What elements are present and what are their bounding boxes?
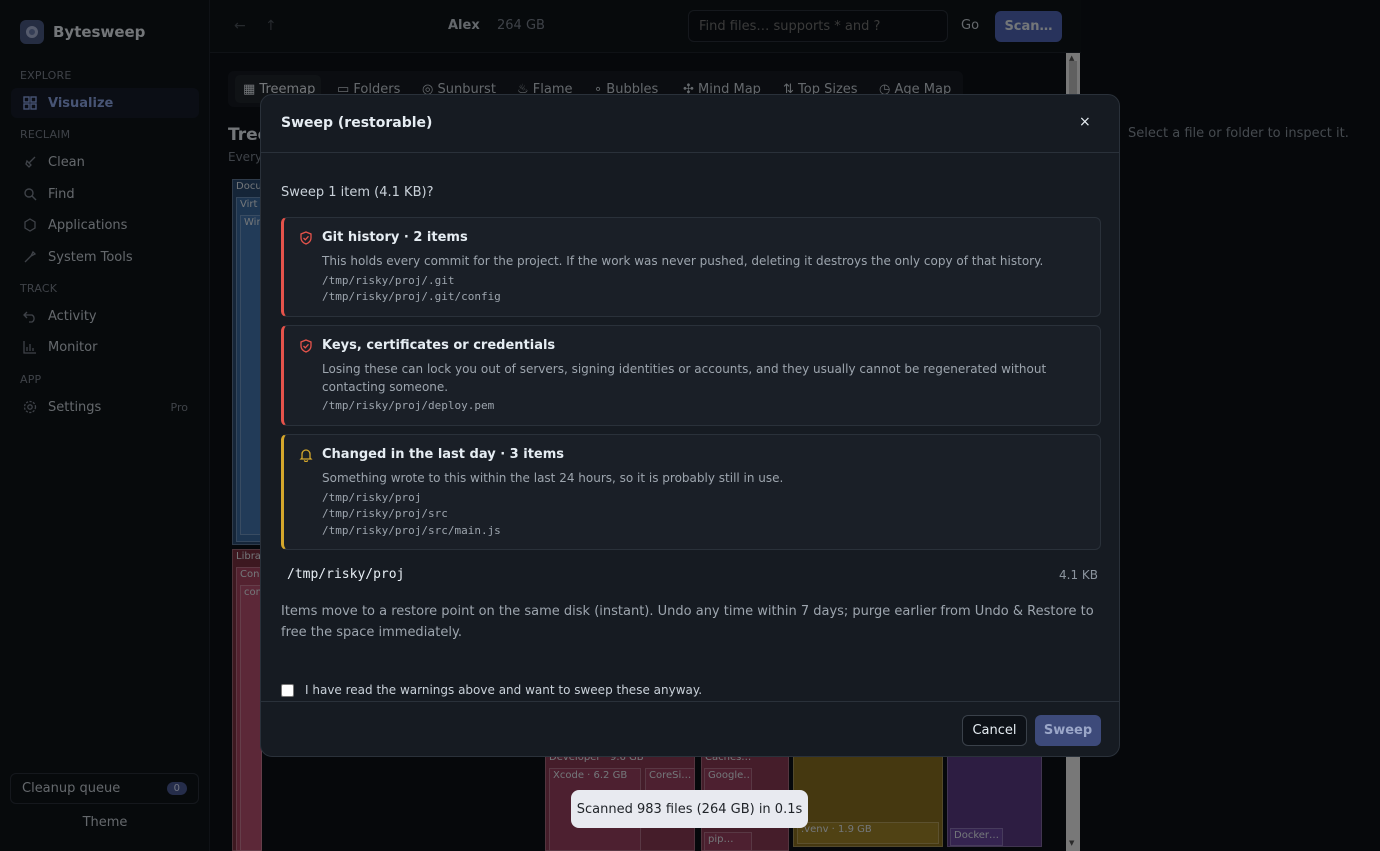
item-size: 4.1 KB — [1059, 568, 1098, 582]
dialog-title: Sweep (restorable) — [281, 115, 433, 131]
warning-git-history: Git history · 2 items This holds every c… — [281, 217, 1101, 317]
warning-title: Changed in the last day · 3 items — [322, 447, 565, 462]
warning-path: /tmp/risky/proj — [322, 491, 422, 504]
sweep-question: Sweep 1 item (4.1 KB)? — [281, 185, 434, 200]
warning-description: This holds every commit for the project.… — [322, 254, 1044, 268]
shield-check-icon — [300, 231, 312, 245]
shield-check-icon — [300, 339, 312, 353]
warning-path: /tmp/risky/proj/.git — [322, 274, 455, 287]
confirm-checkbox-row[interactable]: I have read the warnings above and want … — [281, 683, 702, 697]
warning-path: /tmp/risky/proj/.git/config — [322, 290, 501, 303]
warning-recently-changed: Changed in the last day · 3 items Someth… — [281, 434, 1101, 550]
confirm-label: I have read the warnings above and want … — [305, 683, 703, 697]
sweep-dialog: Sweep (restorable) × Sweep 1 item (4.1 K… — [260, 94, 1120, 757]
confirm-checkbox[interactable] — [281, 683, 294, 697]
cancel-button[interactable]: Cancel — [962, 715, 1027, 746]
sweep-button[interactable]: Sweep — [1035, 715, 1101, 746]
dialog-footer: Cancel Sweep — [261, 701, 1119, 756]
warning-title: Git history · 2 items — [322, 230, 468, 245]
item-path: /tmp/risky/proj — [287, 567, 405, 582]
warning-credentials: Keys, certificates or credentials Losing… — [281, 325, 1101, 426]
dialog-header: Sweep (restorable) × — [261, 95, 1119, 153]
warning-path: /tmp/risky/proj/src — [322, 507, 448, 520]
close-icon[interactable]: × — [1079, 114, 1091, 130]
restore-info: Items move to a restore point on the sam… — [281, 604, 1094, 640]
scan-toast: Scanned 983 files (264 GB) in 0.1s — [571, 790, 808, 828]
warning-title: Keys, certificates or credentials — [322, 338, 556, 353]
warning-path: /tmp/risky/proj/deploy.pem — [322, 399, 495, 412]
warning-description: Losing these can lock you out of servers… — [322, 362, 1047, 394]
warning-path: /tmp/risky/proj/src/main.js — [322, 524, 501, 537]
warning-description: Something wrote to this within the last … — [322, 471, 784, 485]
bell-icon — [299, 449, 313, 462]
